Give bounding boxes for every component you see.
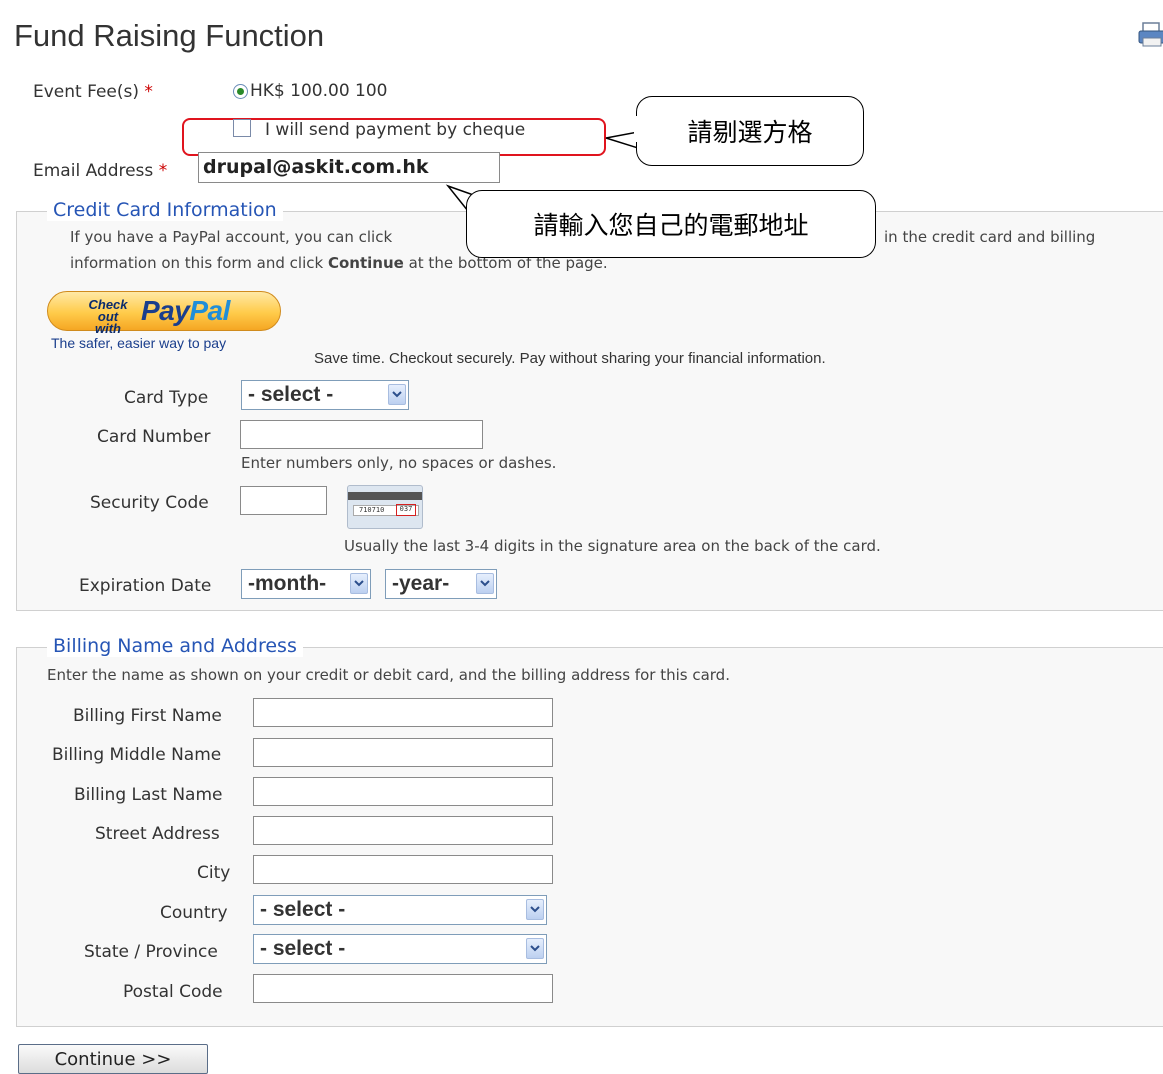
billing-legend: Billing Name and Address <box>47 635 303 657</box>
billing-middle-name-label: Billing Middle Name <box>52 745 222 765</box>
email-input[interactable]: drupal@askit.com.hk <box>198 152 500 183</box>
card-number-help: Enter numbers only, no spaces or dashes. <box>241 454 557 472</box>
postal-code-label: Postal Code <box>123 982 223 1002</box>
credit-card-intro-1a: If you have a PayPal account, you can cl… <box>70 228 393 246</box>
fee-radio[interactable] <box>233 84 248 99</box>
card-image-digits: 710710 <box>359 506 385 514</box>
security-code-label: Security Code <box>90 493 209 513</box>
event-fee-label: Event Fee(s) * <box>33 82 153 102</box>
state-province-select[interactable]: - select - <box>253 934 547 964</box>
expiration-label: Expiration Date <box>79 576 212 596</box>
billing-first-name-label: Billing First Name <box>73 706 222 726</box>
printer-icon[interactable] <box>1138 22 1163 48</box>
credit-card-back-icon: 710710 037 <box>347 485 423 529</box>
fee-option-label: HK$ 100.00 100 <box>250 81 388 101</box>
paypal-check-out-text: Check out with <box>88 297 128 336</box>
card-image-cvv: 037 <box>396 504 416 516</box>
country-select[interactable]: - select - <box>253 895 547 925</box>
card-type-label: Card Type <box>124 388 209 408</box>
paypal-tagline: The safer, easier way to pay <box>51 335 227 351</box>
chevron-down-icon <box>388 384 406 405</box>
street-address-input[interactable] <box>253 816 553 845</box>
billing-intro: Enter the name as shown on your credit o… <box>47 666 730 684</box>
card-number-label: Card Number <box>97 427 211 447</box>
chevron-down-icon <box>526 899 544 920</box>
paypal-logo: PayPal <box>141 295 230 326</box>
chevron-down-icon <box>350 573 368 594</box>
street-address-label: Street Address <box>95 824 220 844</box>
chevron-down-icon <box>476 573 494 594</box>
city-input[interactable] <box>253 855 553 884</box>
state-province-label: State / Province <box>84 942 218 962</box>
billing-middle-name-input[interactable] <box>253 738 553 767</box>
chevron-down-icon <box>526 938 544 959</box>
email-label: Email Address * <box>33 161 168 181</box>
card-type-select[interactable]: - select - <box>241 380 409 410</box>
security-code-input[interactable] <box>240 486 327 515</box>
billing-first-name-input[interactable] <box>253 698 553 727</box>
credit-card-intro-1b: in the credit card and billing <box>884 228 1096 246</box>
callout-check-box: 請剔選方格 <box>636 96 864 166</box>
card-number-input[interactable] <box>240 420 483 449</box>
billing-last-name-input[interactable] <box>253 777 553 806</box>
callout-email: 請輸入您自己的電郵地址 <box>466 190 876 258</box>
credit-card-legend: Credit Card Information <box>47 199 283 221</box>
page-title: Fund Raising Function <box>14 18 325 53</box>
security-code-help: Usually the last 3-4 digits in the signa… <box>344 537 881 555</box>
cheque-checkbox[interactable] <box>233 119 251 137</box>
city-label: City <box>197 863 231 883</box>
callout-pointer-1-mask <box>634 116 642 142</box>
cheque-label: I will send payment by cheque <box>265 120 526 140</box>
country-label: Country <box>160 903 228 923</box>
paypal-save-text: Save time. Checkout securely. Pay withou… <box>314 350 826 367</box>
expiration-year-select[interactable]: -year- <box>385 569 497 599</box>
postal-code-input[interactable] <box>253 974 553 1003</box>
paypal-checkout-button[interactable]: Check out with PayPal <box>47 291 281 335</box>
billing-last-name-label: Billing Last Name <box>74 785 223 805</box>
expiration-month-select[interactable]: -month- <box>241 569 371 599</box>
